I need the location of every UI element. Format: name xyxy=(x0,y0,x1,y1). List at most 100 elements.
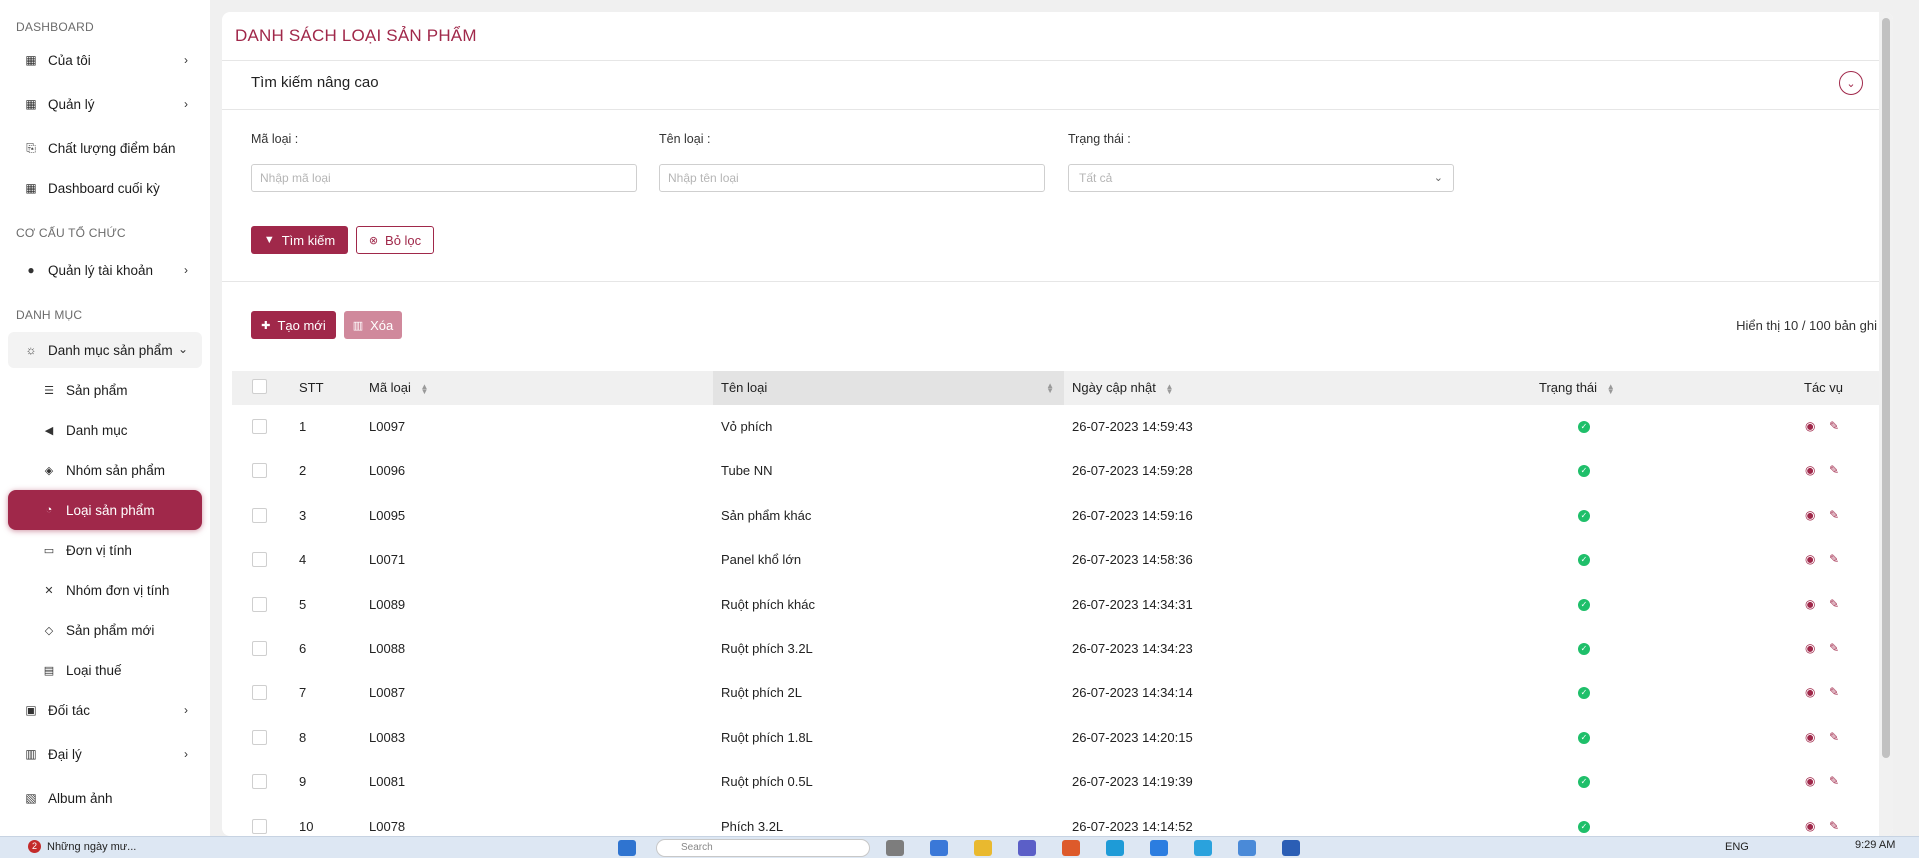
edit-pencil-icon[interactable]: ✎ xyxy=(1829,419,1839,433)
cell-stt: 6 xyxy=(299,641,307,656)
chrome-icon[interactable] xyxy=(1062,840,1080,856)
language-indicator[interactable]: ENG xyxy=(1725,841,1749,853)
edit-pencil-icon[interactable]: ✎ xyxy=(1829,597,1839,611)
row-checkbox[interactable] xyxy=(252,507,267,523)
column-header-name[interactable]: Tên loại ▲ ▼ xyxy=(713,371,1064,405)
edit-pencil-icon[interactable]: ✎ xyxy=(1829,774,1839,788)
edit-pencil-icon[interactable]: ✎ xyxy=(1829,819,1839,833)
sidebar-subitem-danh-muc[interactable]: ◀ Danh mục xyxy=(0,410,210,450)
sidebar-item-dashboard-cuoi-ky[interactable]: ▦ Dashboard cuối kỳ xyxy=(0,168,210,208)
row-checkbox[interactable] xyxy=(252,818,267,834)
sidebar-item-cua-toi[interactable]: ▦ Của tôi › xyxy=(0,40,210,80)
view-eye-icon[interactable]: ◉ xyxy=(1805,419,1815,433)
sidebar-subitem-don-vi-tinh[interactable]: ▭ Đơn vị tính xyxy=(0,530,210,570)
row-checkbox[interactable] xyxy=(252,729,267,745)
view-eye-icon[interactable]: ◉ xyxy=(1805,641,1815,655)
word-icon[interactable] xyxy=(1282,840,1300,856)
sidebar-item-dai-ly[interactable]: ▥ Đại lý › xyxy=(0,734,210,774)
clear-filter-button[interactable]: ⊗ Bỏ lọc xyxy=(356,226,434,254)
column-header-code[interactable]: Mã loại ▲ ▼ xyxy=(369,371,428,405)
edit-pencil-icon[interactable]: ✎ xyxy=(1829,730,1839,744)
view-eye-icon[interactable]: ◉ xyxy=(1805,819,1815,833)
view-eye-icon[interactable]: ◉ xyxy=(1805,552,1815,566)
vertical-scrollbar[interactable] xyxy=(1879,12,1893,836)
sidebar-item-label: Dashboard cuối kỳ xyxy=(48,180,160,196)
sidebar-subitem-nhom-don-vi-tinh[interactable]: ✕ Nhóm đơn vị tính xyxy=(0,570,210,610)
view-eye-icon[interactable]: ◉ xyxy=(1805,685,1815,699)
search-button[interactable]: ▼ Tìm kiếm xyxy=(251,226,348,254)
column-header-updated[interactable]: Ngày cập nhật ▲ ▼ xyxy=(1072,371,1173,405)
code-filter-label: Mã loại : xyxy=(251,132,299,146)
sidebar-item-doi-tac[interactable]: ▣ Đối tác › xyxy=(0,690,210,730)
table-row: 5 L0089 Ruột phích khác 26-07-2023 14:34:31… xyxy=(232,583,1884,627)
row-checkbox[interactable] xyxy=(252,552,267,568)
sidebar-subitem-loai-san-pham[interactable]: ◔ Loại sản phẩm xyxy=(8,490,202,530)
column-header-label: Trạng thái xyxy=(1539,380,1598,395)
teams-icon[interactable] xyxy=(1018,840,1036,856)
plus-icon: ✚ xyxy=(261,319,271,332)
vscode-icon[interactable] xyxy=(1150,840,1168,856)
chevron-right-icon: › xyxy=(184,263,188,277)
edit-pencil-icon[interactable]: ✎ xyxy=(1829,641,1839,655)
taskbar-app-news[interactable]: 2 Những ngày mư... xyxy=(28,840,136,853)
column-header-label: Ngày cập nhật xyxy=(1072,380,1156,395)
clock[interactable]: 9:29 AM xyxy=(1855,839,1895,851)
cell-code: L0078 xyxy=(369,818,406,834)
cell-name: Tube NN xyxy=(721,463,773,479)
cell-name: Ruột phích 2L xyxy=(721,685,802,701)
sidebar-item-chat-luong-diem-ban[interactable]: ⎘ Chất lượng điểm bán xyxy=(0,128,210,168)
column-header-stt: STT xyxy=(299,380,324,395)
row-checkbox[interactable] xyxy=(252,463,267,479)
sidebar-subitem-san-pham-moi[interactable]: ◇ Sản phẩm mới xyxy=(0,610,210,650)
telegram-icon[interactable] xyxy=(1194,840,1212,856)
edit-pencil-icon[interactable]: ✎ xyxy=(1829,685,1839,699)
view-eye-icon[interactable]: ◉ xyxy=(1805,463,1815,477)
collapse-toggle-button[interactable]: ⌄ xyxy=(1839,71,1863,95)
edge-icon[interactable] xyxy=(930,840,948,856)
sidebar-subitem-loai-thue[interactable]: ▤ Loại thuế xyxy=(0,650,210,690)
create-button-label: Tạo mới xyxy=(277,317,326,333)
create-button[interactable]: ✚ Tạo mới xyxy=(251,311,336,339)
sidebar-subitem-nhom-san-pham[interactable]: ◈ Nhóm sản phẩm xyxy=(0,450,210,490)
row-checkbox[interactable] xyxy=(252,419,267,434)
sidebar-item-label: Quản lý tài khoản xyxy=(48,262,154,278)
edit-pencil-icon[interactable]: ✎ xyxy=(1829,508,1839,522)
sidebar-item-label: Danh mục xyxy=(66,422,128,438)
row-checkbox[interactable] xyxy=(252,596,267,612)
sidebar-item-quan-ly-tai-khoan[interactable]: ● Quản lý tài khoản › xyxy=(0,250,210,290)
edit-pencil-icon[interactable]: ✎ xyxy=(1829,552,1839,566)
row-checkbox[interactable] xyxy=(252,685,267,701)
notification-badge: 2 xyxy=(28,840,41,853)
view-eye-icon[interactable]: ◉ xyxy=(1805,508,1815,522)
column-header-status[interactable]: Trạng thái ▲ ▼ xyxy=(1539,371,1615,405)
code-filter-input[interactable] xyxy=(251,164,637,192)
name-filter-label: Tên loại : xyxy=(659,132,711,146)
delete-button[interactable]: ▥ Xóa xyxy=(344,311,402,339)
edit-pencil-icon[interactable]: ✎ xyxy=(1829,463,1839,477)
view-eye-icon[interactable]: ◉ xyxy=(1805,730,1815,744)
scrollbar-thumb[interactable] xyxy=(1882,18,1890,758)
cell-code: L0088 xyxy=(369,641,406,656)
chevron-right-icon: › xyxy=(184,53,188,67)
row-checkbox[interactable] xyxy=(252,774,267,790)
status-filter-select[interactable]: Tất cả ⌄ xyxy=(1068,164,1454,192)
sidebar-item-album-anh[interactable]: ▧ Album ảnh xyxy=(0,778,210,818)
sidebar-subitem-san-pham[interactable]: ☰ Sản phẩm xyxy=(0,370,210,410)
browser-icon[interactable] xyxy=(1106,840,1124,856)
taskbar-search[interactable]: Search xyxy=(656,839,870,857)
table-row: 4 L0071 Panel khổ lớn 26-07-2023 14:58:36 ✓ ◉… xyxy=(232,538,1884,582)
task-view-icon[interactable] xyxy=(886,840,904,856)
sidebar-item-quan-ly[interactable]: ▦ Quản lý › xyxy=(0,84,210,124)
view-eye-icon[interactable]: ◉ xyxy=(1805,774,1815,788)
select-all-checkbox[interactable] xyxy=(252,379,267,394)
sidebar-item-label: Album ảnh xyxy=(48,790,113,806)
app-icon[interactable] xyxy=(1238,840,1256,856)
name-filter-input[interactable] xyxy=(659,164,1045,192)
folder-icon[interactable] xyxy=(974,840,992,856)
sidebar-item-danh-muc-san-pham[interactable]: ☼ Danh mục sản phẩm ⌄ xyxy=(8,332,202,368)
windows-start-icon[interactable] xyxy=(618,840,636,856)
view-eye-icon[interactable]: ◉ xyxy=(1805,597,1815,611)
cell-stt: 10 xyxy=(299,818,314,834)
grid-icon: ▦ xyxy=(25,97,37,111)
row-checkbox[interactable] xyxy=(252,641,267,656)
